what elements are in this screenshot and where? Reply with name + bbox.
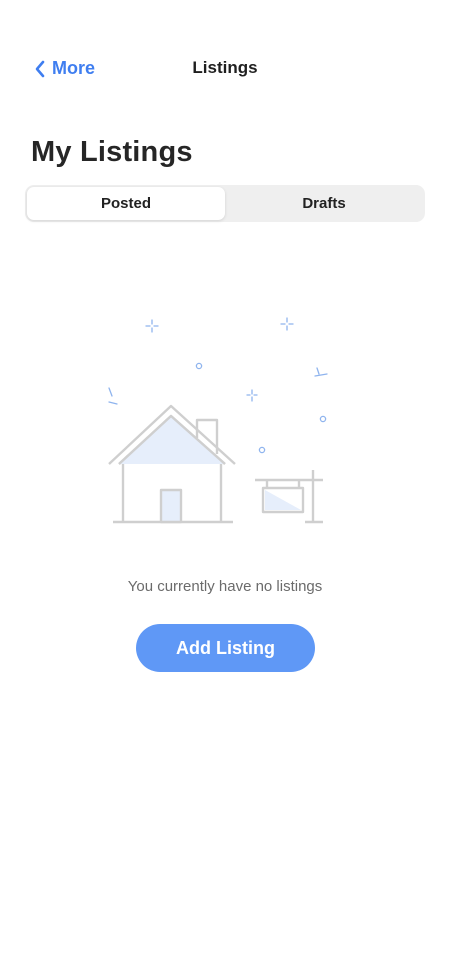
house-with-sign-illustration xyxy=(108,317,328,524)
page-title: My Listings xyxy=(31,136,193,168)
segment-posted[interactable]: Posted xyxy=(27,187,225,220)
empty-listings-illustration xyxy=(95,300,355,540)
navigation-bar: More Listings xyxy=(0,52,450,86)
segment-drafts[interactable]: Drafts xyxy=(225,187,423,220)
sign-drawing xyxy=(255,470,323,524)
empty-state-message: You currently have no listings xyxy=(127,578,323,595)
add-listing-button[interactable]: Add Listing xyxy=(136,624,315,672)
nav-title: Listings xyxy=(192,58,258,77)
listing-type-segmented-control: Posted Drafts xyxy=(25,185,425,222)
house-drawing xyxy=(108,404,236,524)
